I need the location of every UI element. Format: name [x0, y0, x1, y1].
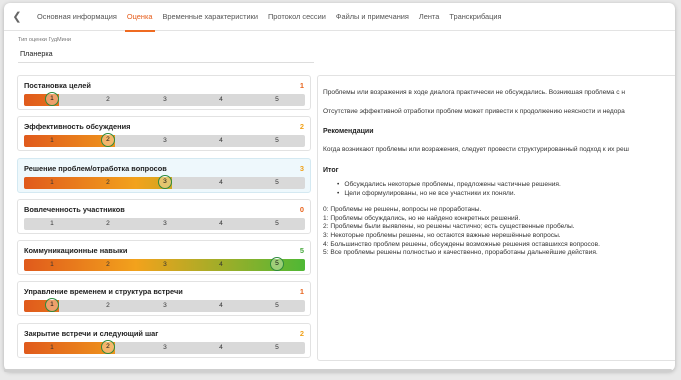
scale-tick-label[interactable]: 2 — [101, 259, 115, 271]
criterion-card[interactable]: Закрытие встречи и следующий шаг 2 1 2 3 4 5 — [17, 322, 311, 358]
criterion-title: Коммуникационные навыки — [24, 246, 128, 256]
summary-list: Обсуждались некоторые проблемы, предложе… — [337, 181, 675, 198]
summary-heading: Итог — [323, 167, 339, 174]
scale-tick-label[interactable]: 4 — [214, 218, 228, 230]
scale-selected-knob[interactable]: 1 — [45, 92, 59, 106]
legend-line: 5: Все проблемы решены полностью и качес… — [323, 249, 598, 257]
tab-evaluation[interactable]: Оценка — [122, 3, 158, 32]
criterion-title: Вовлеченность участников — [24, 204, 125, 214]
tab-transcription[interactable]: Транскрибация — [444, 3, 506, 31]
scale-tick-label[interactable]: 2 — [101, 300, 115, 312]
criterion-title: Постановка целей — [24, 81, 91, 90]
criterion-card[interactable]: Постановка целей 1 1 2 3 4 5 — [17, 75, 311, 110]
score-legend: 0: Проблемы не решены, вопросы не прораб… — [323, 206, 675, 258]
scale-tick-label[interactable]: 5 — [270, 218, 284, 230]
criteria-list: Постановка целей 1 1 2 3 4 5 Эффективность обсу… — [17, 75, 311, 364]
details-paragraph: Проблемы или возражения в ходе диалога п… — [323, 89, 626, 96]
criterion-score: 2 — [299, 122, 304, 132]
scale-tick-label[interactable]: 4 — [214, 342, 228, 354]
scale-tick-label[interactable]: 5 — [270, 342, 284, 354]
tab-files-notes[interactable]: Файлы и примечания — [331, 3, 414, 31]
recommendations-text: Когда возникают проблемы или возражения,… — [323, 146, 629, 153]
score-scale[interactable]: 12345 — [24, 133, 305, 148]
evaluation-window: ❮ Основная информация Оценка Временные х… — [4, 3, 675, 371]
scale-tick-label[interactable]: 5 — [270, 94, 284, 106]
score-scale[interactable]: 1 2 3 4 5 — [24, 92, 305, 106]
criterion-score: 5 — [299, 246, 304, 256]
chevron-left-icon[interactable]: ❮ — [10, 10, 24, 24]
evaluation-type-field[interactable]: Планерка — [18, 49, 314, 63]
criterion-card[interactable]: Решение проблем/отработка вопросов 3 1 2 3 4 5 — [17, 157, 311, 193]
scale-tick-label[interactable]: 2 — [101, 218, 115, 230]
recommendations-heading: Рекомендации — [323, 128, 374, 135]
score-scale[interactable]: 12345 — [24, 257, 305, 272]
scale-tick-label[interactable]: 1 — [45, 342, 59, 354]
score-scale[interactable]: 1 2 3 4 5 — [24, 217, 305, 230]
legend-line: 2: Проблемы были выявлены, но решены час… — [323, 223, 575, 231]
scale-tick-label[interactable]: 4 — [214, 94, 228, 106]
scale-tick-label[interactable]: 3 — [158, 259, 172, 271]
criterion-score: 3 — [299, 163, 304, 173]
criterion-card[interactable]: Эффективность обсуждения 2 1 2 3 4 5 — [17, 116, 311, 152]
scale-tick-label[interactable]: 4 — [214, 259, 228, 271]
scale-tick-label[interactable]: 2 — [101, 177, 115, 189]
horizontal-scrollbar[interactable] — [4, 369, 672, 372]
scale-tick-label[interactable]: 1 — [45, 177, 59, 189]
criterion-title: Управление временем и структура встречи — [24, 287, 183, 297]
scale-tick-label[interactable]: 2 — [101, 94, 115, 106]
tab-session-protocol[interactable]: Протокол сессии — [263, 3, 331, 31]
criterion-score: 1 — [299, 287, 304, 297]
criterion-title: Решение проблем/отработка вопросов — [24, 163, 167, 173]
scale-selected-knob[interactable]: 3 — [158, 174, 172, 189]
score-scale[interactable]: 1 2 3 4 5 — [24, 339, 305, 354]
scale-tick-label[interactable]: 1 — [45, 218, 59, 230]
criterion-score: 2 — [299, 328, 304, 338]
tab-feed[interactable]: Лента — [414, 3, 444, 31]
scale-tick-label[interactable]: 1 — [45, 135, 59, 147]
scale-tick-label[interactable]: 5 — [270, 300, 284, 312]
criterion-details-panel: Проблемы или возражения в ходе диалога п… — [317, 75, 675, 361]
tab-time-characteristics[interactable]: Временные характеристики — [158, 3, 263, 31]
criterion-score: 1 — [299, 81, 304, 90]
scale-tick-label[interactable]: 3 — [158, 135, 172, 147]
scale-tick-label[interactable]: 3 — [158, 300, 172, 312]
criterion-card[interactable]: Вовлеченность участников 0 1 2 3 4 5 — [17, 198, 311, 234]
criterion-card[interactable]: Коммуникационные навыки 5 1 2 3 4 5 — [17, 240, 311, 276]
scale-tick-label[interactable]: 4 — [214, 135, 228, 147]
criterion-score: 0 — [299, 204, 304, 214]
legend-line: 0: Проблемы не решены, вопросы не прораб… — [323, 206, 482, 214]
scale-selected-knob[interactable]: 2 — [101, 339, 115, 354]
criterion-title: Закрытие встречи и следующий шаг — [24, 328, 159, 338]
legend-line: 3: Некоторые проблемы решены, но остаютс… — [323, 231, 561, 239]
tab-bar: ❮ Основная информация Оценка Временные х… — [4, 3, 675, 32]
scale-tick-label[interactable]: 3 — [158, 218, 172, 230]
criterion-title: Эффективность обсуждения — [24, 122, 131, 132]
legend-line: 4: Большинство проблем решены, обсуждены… — [323, 240, 600, 248]
scale-tick-label[interactable]: 3 — [158, 94, 172, 106]
summary-item: Цели сформулированы, но не все участники… — [337, 190, 675, 199]
score-scale[interactable]: 1 2 3 4 5 — [24, 174, 305, 189]
summary-item: Обсуждались некоторые проблемы, предложе… — [337, 181, 675, 190]
evaluation-type-label: Тип оценки ГудМини — [18, 37, 71, 43]
scale-tick-label[interactable]: 4 — [214, 177, 228, 189]
tab-main-info[interactable]: Основная информация — [32, 3, 122, 31]
details-paragraph: Отсутствие эффективной отработки проблем… — [323, 108, 625, 115]
scale-tick-label[interactable]: 5 — [270, 177, 284, 189]
criterion-card[interactable]: Управление временем и структура встречи 1… — [17, 281, 311, 317]
scale-tick-label[interactable]: 4 — [214, 300, 228, 312]
scale-tick-label[interactable]: 5 — [270, 135, 284, 147]
scale-tick-label[interactable]: 1 — [45, 259, 59, 271]
scale-tick-label[interactable]: 3 — [158, 342, 172, 354]
score-scale[interactable]: 12345 — [24, 298, 305, 313]
